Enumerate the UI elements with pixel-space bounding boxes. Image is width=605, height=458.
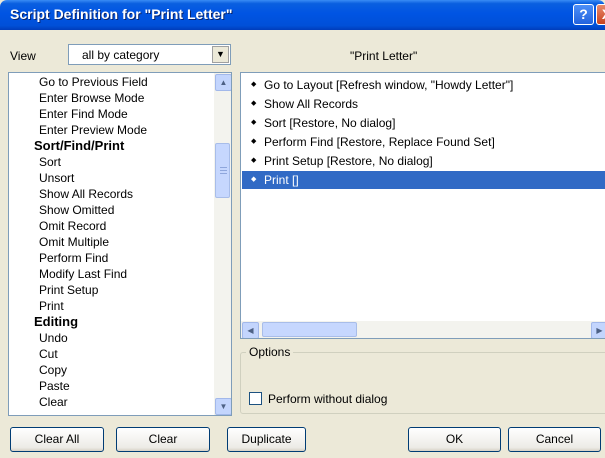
- scroll-down-icon[interactable]: ▼: [215, 398, 231, 415]
- dropdown-arrow-icon[interactable]: ▼: [212, 46, 229, 63]
- perform-without-dialog-label[interactable]: Perform without dialog: [268, 392, 387, 406]
- script-step-item[interactable]: Paste: [39, 378, 70, 394]
- category-header: Sort/Find/Print: [34, 138, 125, 153]
- script-step-item[interactable]: Sort: [39, 154, 61, 170]
- script-line[interactable]: ◆ Perform Find [Restore, Replace Found Se…: [242, 133, 605, 151]
- vertical-scrollbar[interactable]: ▲ ▼: [214, 73, 231, 415]
- script-step-item[interactable]: Go to Previous Field: [39, 74, 148, 90]
- clear-all-button[interactable]: Clear All: [10, 427, 104, 452]
- script-step-item[interactable]: Omit Record: [39, 218, 106, 234]
- perform-without-dialog-checkbox[interactable]: [249, 392, 262, 405]
- script-step-item[interactable]: Unsort: [39, 170, 74, 186]
- scroll-up-icon[interactable]: ▲: [215, 74, 231, 91]
- category-header: Editing: [34, 314, 79, 329]
- view-dropdown-value: all by category: [82, 48, 160, 62]
- view-dropdown[interactable]: all by category ▼: [68, 44, 231, 65]
- script-step-item[interactable]: Show Omitted: [39, 202, 114, 218]
- horizontal-scrollbar-thumb[interactable]: [262, 322, 357, 337]
- script-line[interactable]: ◆ Show All Records: [242, 95, 605, 113]
- script-line[interactable]: ◆ Go to Layout [Refresh window, "Howdy Le…: [242, 76, 605, 94]
- script-step-item[interactable]: Clear: [39, 394, 68, 410]
- script-step-item[interactable]: Modify Last Find: [39, 266, 127, 282]
- script-step-item[interactable]: Show All Records: [39, 186, 133, 202]
- script-line[interactable]: ◆ Sort [Restore, No dialog]: [242, 114, 605, 132]
- ok-button[interactable]: OK: [408, 427, 501, 452]
- step-bullet-icon[interactable]: ◆: [251, 79, 256, 91]
- scroll-left-icon[interactable]: ◀: [242, 322, 259, 338]
- script-step-item[interactable]: Perform Find: [39, 250, 108, 266]
- step-bullet-icon[interactable]: ◆: [251, 174, 256, 186]
- script-step-item[interactable]: Omit Multiple: [39, 234, 109, 250]
- script-line-label: Go to Layout [Refresh window, "Howdy Let…: [264, 78, 514, 92]
- help-button[interactable]: ?: [573, 4, 594, 25]
- script-line-label: Perform Find [Restore, Replace Found Set…: [264, 135, 495, 149]
- view-label: View: [10, 49, 36, 63]
- clear-button[interactable]: Clear: [116, 427, 210, 452]
- script-step-item[interactable]: Enter Find Mode: [39, 106, 128, 122]
- scrollbar-thumb[interactable]: [215, 143, 230, 198]
- script-steps-palette[interactable]: Go to Previous Field Enter Browse Mode Ent…: [8, 72, 232, 416]
- script-name-label: "Print Letter": [350, 49, 418, 63]
- title-bar[interactable]: Script Definition for "Print Letter" ? X: [0, 0, 605, 30]
- step-bullet-icon[interactable]: ◆: [251, 117, 256, 129]
- duplicate-button[interactable]: Duplicate: [227, 427, 306, 452]
- step-bullet-icon[interactable]: ◆: [251, 98, 256, 110]
- script-step-item[interactable]: Print Setup: [39, 282, 98, 298]
- script-step-item[interactable]: Cut: [39, 346, 58, 362]
- step-bullet-icon[interactable]: ◆: [251, 136, 256, 148]
- script-step-item[interactable]: Undo: [39, 330, 68, 346]
- script-step-item[interactable]: Print: [39, 298, 64, 314]
- script-line[interactable]: ◆ Print Setup [Restore, No dialog]: [242, 152, 605, 170]
- script-line-label: Print []: [264, 173, 299, 187]
- script-line-label: Print Setup [Restore, No dialog]: [264, 154, 433, 168]
- window-title: Script Definition for "Print Letter": [10, 6, 233, 22]
- horizontal-scrollbar[interactable]: ◀ ▶: [241, 321, 605, 338]
- close-button[interactable]: X: [596, 4, 605, 25]
- cancel-button[interactable]: Cancel: [508, 427, 601, 452]
- step-bullet-icon[interactable]: ◆: [251, 155, 256, 167]
- options-label: Options: [246, 345, 294, 359]
- script-definition-dialog: Script Definition for "Print Letter" ? X…: [0, 0, 605, 458]
- script-line-label: Show All Records: [264, 97, 359, 111]
- scroll-right-icon[interactable]: ▶: [591, 322, 605, 338]
- script-line-label: Sort [Restore, No dialog]: [264, 116, 396, 130]
- script-step-item[interactable]: Copy: [39, 362, 67, 378]
- script-step-item[interactable]: Enter Preview Mode: [39, 122, 147, 138]
- script-editor-list[interactable]: ◆ Go to Layout [Refresh window, "Howdy Le…: [240, 72, 605, 339]
- script-line[interactable]: ◆ Print []: [242, 171, 605, 189]
- script-step-item[interactable]: Enter Browse Mode: [39, 90, 144, 106]
